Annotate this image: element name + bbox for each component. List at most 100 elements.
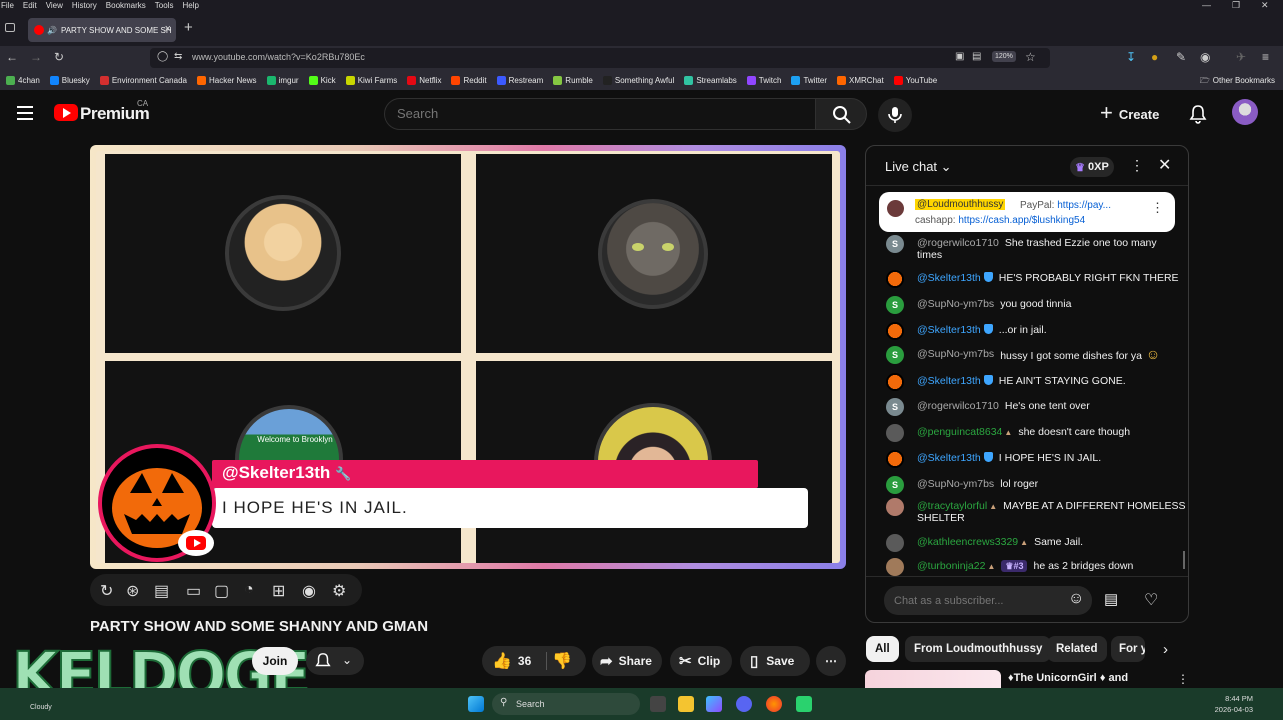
like-count[interactable]: 36 bbox=[518, 654, 531, 668]
tab-active[interactable]: 🔊 PARTY SHOW AND SOME SH × bbox=[28, 18, 176, 42]
url-bar[interactable]: ◯ ⇆ www.youtube.com/watch?v=Ko2RBu780Ec … bbox=[150, 48, 1050, 68]
bookmark-item[interactable]: YouTube bbox=[893, 75, 937, 85]
chat-username[interactable]: @rogerwilco1710 bbox=[917, 400, 999, 412]
search-button[interactable] bbox=[815, 98, 867, 130]
firefox-icon[interactable] bbox=[766, 696, 782, 712]
menu-history[interactable]: History bbox=[72, 1, 97, 10]
chip-for-you[interactable]: For y bbox=[1111, 636, 1145, 662]
chip-related[interactable]: Related bbox=[1047, 636, 1107, 662]
chat-replay-icon[interactable]: ▤ bbox=[154, 581, 169, 601]
emoji-icon[interactable]: ☺ bbox=[1068, 590, 1084, 608]
close-chat-icon[interactable]: ✕ bbox=[1158, 155, 1171, 175]
bookmark-item[interactable]: Reddit bbox=[451, 75, 487, 85]
account-avatar[interactable] bbox=[1232, 99, 1258, 125]
clip-button[interactable]: ✂ Clip bbox=[670, 646, 732, 676]
super-chat-icon[interactable]: ▤ bbox=[1104, 590, 1118, 608]
pinned-more-icon[interactable]: ⋮ bbox=[1151, 200, 1164, 216]
youtube-logo-icon[interactable] bbox=[54, 104, 78, 121]
permissions-icon[interactable]: ⇆ bbox=[174, 51, 182, 62]
add-screenshot-icon[interactable]: ⊞ bbox=[272, 581, 285, 601]
bookmark-item[interactable]: Kiwi Farms bbox=[345, 75, 397, 85]
bookmark-item[interactable]: Bluesky bbox=[49, 75, 90, 85]
menu-tools[interactable]: Tools bbox=[155, 1, 174, 10]
chat-avatar[interactable]: S bbox=[886, 235, 904, 253]
chat-avatar[interactable] bbox=[886, 558, 904, 576]
bookmark-item[interactable]: 4chan bbox=[6, 75, 40, 85]
url-text[interactable]: www.youtube.com/watch?v=Ko2RBu780Ec bbox=[192, 52, 365, 62]
reader-view-icon[interactable]: ▤ bbox=[972, 51, 981, 62]
chat-username[interactable]: @rogerwilco1710 bbox=[917, 237, 999, 249]
bookmark-item[interactable]: Twitch bbox=[746, 75, 781, 85]
thumbs-down-icon[interactable]: 👎 bbox=[552, 651, 572, 671]
bookmark-item[interactable]: Kick bbox=[308, 75, 336, 85]
picture-in-picture-icon[interactable]: ▣ bbox=[955, 51, 964, 62]
disabled-extension-icon[interactable]: ✈ bbox=[1236, 50, 1246, 64]
settings-gear-icon[interactable]: ⚙ bbox=[332, 581, 346, 601]
live-signal-icon[interactable]: ⊛ bbox=[126, 581, 139, 601]
chat-avatar[interactable] bbox=[886, 534, 904, 552]
share-button[interactable]: ➦ Share bbox=[592, 646, 662, 676]
bookmark-star-icon[interactable]: ☆ bbox=[1025, 50, 1036, 64]
heart-icon[interactable]: ♡ bbox=[1144, 590, 1158, 610]
copilot-icon[interactable] bbox=[706, 696, 722, 712]
speaker-icon[interactable]: 🔊 bbox=[47, 26, 57, 35]
clock[interactable]: 8:44 PM 2026-04-03 bbox=[1215, 693, 1253, 715]
reload-icon[interactable]: ↻ bbox=[54, 50, 64, 64]
join-button[interactable]: Join bbox=[252, 647, 298, 675]
bookmark-item[interactable]: Hacker News bbox=[196, 75, 257, 85]
chat-username[interactable]: @turboninja22 ▲ ♛#3 bbox=[917, 560, 1028, 573]
bookmark-item[interactable]: Streamlabs bbox=[684, 75, 737, 85]
chat-avatar[interactable] bbox=[886, 498, 904, 516]
voice-search-button[interactable] bbox=[878, 98, 912, 132]
chat-input[interactable] bbox=[884, 586, 1092, 615]
menu-file[interactable]: File bbox=[1, 1, 14, 10]
recommendation-title[interactable]: ♦The UnicornGirl ♦ and bbox=[1008, 672, 1128, 684]
clapper-icon[interactable]: ▭ bbox=[186, 581, 201, 601]
chat-avatar[interactable]: S bbox=[886, 346, 904, 364]
camera-icon[interactable]: ◉ bbox=[302, 581, 316, 601]
app-menu-icon[interactable]: ≡ bbox=[1262, 50, 1269, 64]
chip-from-channel[interactable]: From Loudmouthhussy bbox=[905, 636, 1052, 662]
loop-icon[interactable]: ↻ bbox=[100, 581, 113, 601]
search-input[interactable] bbox=[397, 106, 797, 121]
bookmark-item[interactable]: imgur bbox=[266, 75, 299, 85]
discord-icon[interactable] bbox=[736, 696, 752, 712]
chat-more-icon[interactable]: ⋮ bbox=[1130, 157, 1144, 174]
menu-icon[interactable] bbox=[17, 106, 33, 120]
bookmark-item[interactable]: Restream bbox=[496, 75, 543, 85]
chat-username[interactable]: @penguincat8634 ▲ bbox=[917, 426, 1012, 439]
download-icon[interactable]: ↧ bbox=[1126, 50, 1136, 64]
chat-avatar[interactable] bbox=[886, 373, 904, 391]
theater-icon[interactable]: ▢ bbox=[214, 581, 229, 601]
menu-view[interactable]: View bbox=[46, 1, 63, 10]
menu-help[interactable]: Help bbox=[182, 1, 198, 10]
taskbar-search[interactable]: ⚲ Search bbox=[492, 693, 640, 715]
chat-avatar[interactable] bbox=[886, 424, 904, 442]
chip-all[interactable]: All bbox=[866, 636, 899, 662]
pinned-username[interactable]: @Loudmouthhussy bbox=[915, 199, 1006, 210]
chat-username[interactable]: @kathleencrews3329 ▲ bbox=[917, 536, 1028, 549]
account-icon[interactable]: ◉ bbox=[1200, 50, 1210, 64]
shield-icon[interactable]: ◯ bbox=[157, 51, 168, 62]
windows-start-icon[interactable] bbox=[468, 696, 484, 712]
recommendation-thumbnail[interactable] bbox=[865, 670, 1001, 688]
more-actions-button[interactable]: ⋯ bbox=[816, 646, 846, 676]
chat-username[interactable]: @Skelter13th bbox=[917, 324, 993, 336]
chat-avatar[interactable] bbox=[886, 270, 904, 288]
create-button[interactable]: + Create bbox=[1100, 100, 1159, 126]
extension-coin-icon[interactable]: ● bbox=[1151, 50, 1158, 64]
new-tab-icon[interactable]: + bbox=[184, 19, 193, 36]
pinned-paypal-link[interactable]: https://pay... bbox=[1057, 200, 1111, 211]
close-window-button[interactable]: ✕ bbox=[1261, 0, 1269, 11]
thumbs-up-icon[interactable]: 👍 bbox=[492, 651, 512, 671]
bookmark-item[interactable]: Twitter bbox=[791, 75, 827, 85]
chat-username[interactable]: @Skelter13th bbox=[917, 272, 993, 284]
minimize-button[interactable]: — bbox=[1202, 0, 1211, 10]
forward-icon[interactable]: → bbox=[30, 50, 42, 64]
notifications-bell-icon[interactable] bbox=[1188, 104, 1208, 124]
file-explorer-icon[interactable] bbox=[678, 696, 694, 712]
bookmark-item[interactable]: XMRChat bbox=[837, 75, 884, 85]
speed-icon[interactable]: ◔ bbox=[244, 581, 254, 599]
chat-mode-selector[interactable]: Live chat ⌄ bbox=[885, 159, 952, 175]
maximize-button[interactable]: ❐ bbox=[1232, 0, 1240, 11]
